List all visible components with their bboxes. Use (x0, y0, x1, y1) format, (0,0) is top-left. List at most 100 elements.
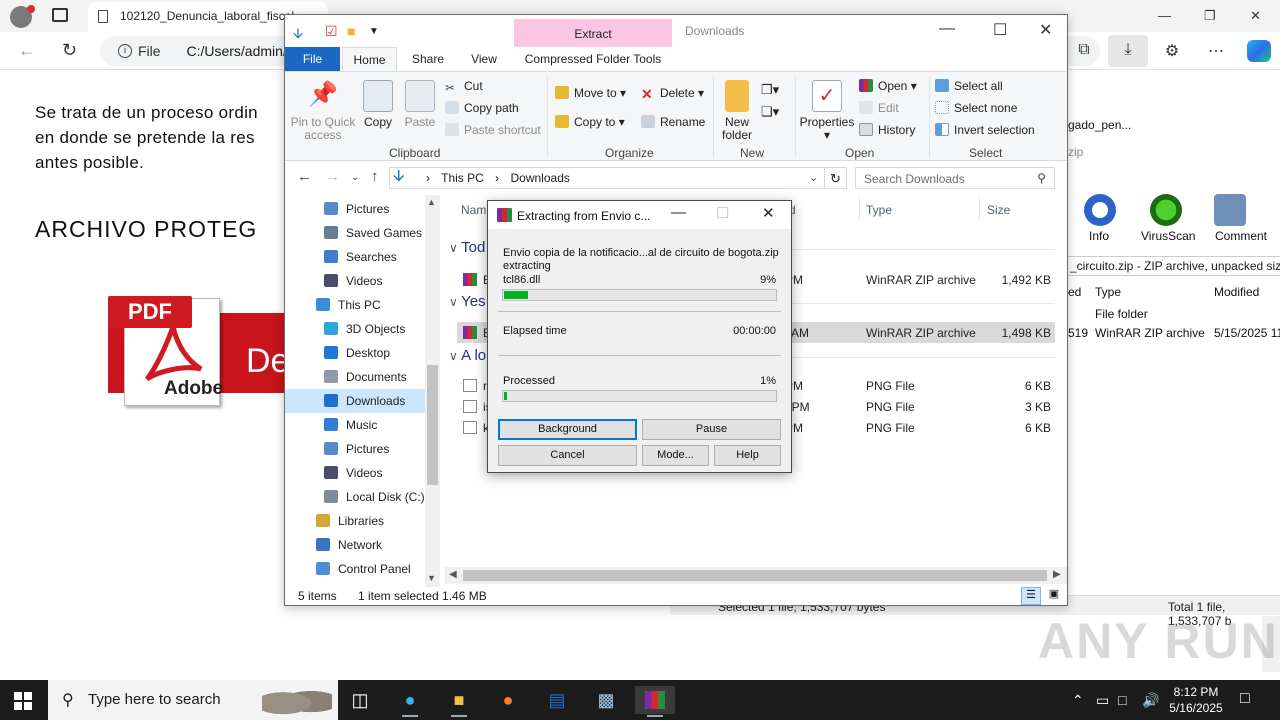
select-all-button[interactable]: Select all (935, 79, 1003, 93)
maximize-icon[interactable]: ☐ (993, 20, 1007, 40)
browser-essentials-icon[interactable]: ⚙ (1162, 41, 1182, 61)
qat-dropdown-icon[interactable]: ▼ (369, 26, 379, 37)
cut-button[interactable]: ✂ Cut (445, 79, 483, 95)
copy-button[interactable]: Copy (361, 80, 395, 129)
address-dropdown-icon[interactable]: ⌄ (809, 171, 818, 184)
help-button[interactable]: Help (714, 445, 781, 466)
network-icon[interactable]: □ (1118, 692, 1126, 708)
rename-button[interactable]: Rename (641, 115, 705, 129)
properties-button[interactable]: ✓ Properties ▾ (797, 80, 857, 142)
breadcrumb[interactable]: › This PC › Downloads (389, 167, 825, 189)
breadcrumb-downloads[interactable]: Downloads (511, 171, 570, 185)
search-input[interactable]: Search Downloads ⚲ (855, 167, 1055, 189)
horizontal-scrollbar[interactable]: ◀ ▶ (445, 567, 1067, 584)
scrollbar-thumb[interactable] (427, 365, 438, 485)
up-arrow-icon[interactable]: ↑ (371, 168, 379, 185)
windows-start-icon[interactable] (14, 692, 32, 710)
invert-selection-button[interactable]: Invert selection (935, 123, 1035, 137)
column-header-type[interactable]: Type (866, 203, 892, 217)
column-header-type[interactable]: Type (1095, 285, 1121, 299)
open-button[interactable]: Open ▾ (859, 79, 917, 93)
extensions-icon[interactable]: ⧉ (1074, 41, 1094, 61)
edge-icon[interactable]: ● (390, 686, 430, 717)
extract-context-tab[interactable]: Extract (514, 19, 672, 47)
select-none-button[interactable]: Select none (935, 101, 1017, 115)
tab-compressed-folder-tools[interactable]: Compressed Folder Tools (514, 47, 672, 71)
nav-item[interactable]: Videos (285, 461, 425, 485)
file-explorer-icon[interactable]: ■ (439, 686, 479, 717)
back-arrow-icon[interactable]: ← (18, 40, 36, 61)
column-header-modified[interactable]: Modified (1214, 285, 1259, 299)
mode-button[interactable]: Mode... (642, 445, 709, 466)
background-button[interactable]: Background (498, 419, 637, 440)
notifications-icon[interactable]: □ (1240, 690, 1250, 708)
column-header-size[interactable]: Size (987, 203, 1010, 217)
nav-item[interactable]: Control Panel (285, 557, 425, 581)
nav-item[interactable]: Local Disk (C:) (285, 485, 425, 509)
downloads-icon[interactable]: ⤓ (1118, 41, 1138, 61)
copilot-icon[interactable] (1247, 40, 1271, 62)
tray-chevron-icon[interactable]: ⌃ (1072, 692, 1084, 709)
info-icon[interactable]: i (118, 44, 132, 58)
nav-item[interactable]: Music (285, 413, 425, 437)
nav-item[interactable]: Pictures (285, 197, 425, 221)
firefox-icon[interactable]: ● (488, 686, 528, 714)
minimize-icon[interactable]: — (939, 20, 955, 38)
nav-item[interactable]: Network (285, 533, 425, 557)
history-button[interactable]: History (859, 123, 915, 137)
outlook-icon[interactable]: ▤ (537, 686, 577, 714)
search-highlight-image[interactable] (262, 684, 332, 716)
reload-icon[interactable]: ↻ (62, 40, 77, 61)
pause-button[interactable]: Pause (642, 419, 781, 440)
winrar-taskbar-icon[interactable] (635, 686, 675, 717)
breadcrumb-this-pc[interactable]: This PC (441, 171, 484, 185)
close-icon[interactable]: ✕ (1250, 8, 1261, 24)
tab-view[interactable]: View (463, 47, 505, 71)
security-icon[interactable]: ▭ (1096, 692, 1109, 709)
scroll-right-icon[interactable]: ▶ (1053, 569, 1061, 580)
move-to-button[interactable]: Move to ▾ (555, 86, 626, 100)
minimize-icon[interactable]: — (1158, 8, 1171, 23)
restore-icon[interactable]: ❐ (1204, 8, 1216, 24)
scrollbar-thumb[interactable] (463, 570, 1047, 581)
nav-item[interactable]: Pictures (285, 437, 425, 461)
group-header[interactable]: ∨ Yes (449, 293, 486, 310)
nav-item[interactable]: Libraries (285, 509, 425, 533)
back-arrow-icon[interactable]: ← (297, 168, 312, 185)
tab-actions-icon[interactable] (52, 8, 68, 22)
delete-button[interactable]: ✕ Delete ▾ (641, 86, 704, 102)
nav-item[interactable]: Searches (285, 245, 425, 269)
volume-icon[interactable]: 🔊 (1142, 692, 1159, 709)
easy-access-icon[interactable]: ❏▾ (761, 104, 779, 120)
paste-button[interactable]: Paste (403, 80, 437, 129)
nav-item[interactable]: Documents (285, 365, 425, 389)
tab-share[interactable]: Share (407, 47, 449, 71)
cancel-button[interactable]: Cancel (498, 445, 637, 466)
copy-path-button[interactable]: Copy path (445, 101, 519, 115)
new-folder-qat-icon[interactable]: ■ (347, 23, 355, 39)
recent-locations-icon[interactable]: ⌄ (351, 172, 359, 183)
column-header[interactable]: ed (1068, 285, 1081, 299)
group-header[interactable]: ∨ Tod (449, 239, 485, 256)
nav-item[interactable]: Videos (285, 269, 425, 293)
forward-arrow-icon[interactable]: → (325, 168, 340, 185)
nav-item[interactable]: Downloads (285, 389, 425, 413)
virus-scan-icon[interactable] (1150, 194, 1182, 226)
pin-quick-access-button[interactable]: 📌 Pin to Quick access (289, 80, 357, 142)
tab-file[interactable]: File (285, 47, 340, 71)
refresh-button[interactable]: ↻ (825, 167, 847, 189)
task-view-icon[interactable]: ◫ (340, 686, 380, 714)
comment-icon[interactable] (1214, 194, 1246, 226)
close-icon[interactable]: ✕ (762, 204, 775, 222)
nav-item[interactable]: Saved Games (285, 221, 425, 245)
large-icons-view-icon[interactable]: ▣ (1045, 587, 1063, 605)
more-options-icon[interactable]: ⋯ (1206, 41, 1226, 61)
copy-to-button[interactable]: Copy to ▾ (555, 115, 625, 129)
minimize-icon[interactable]: — (671, 204, 686, 221)
column-header-name[interactable]: Nam (461, 203, 486, 217)
scroll-down-icon[interactable]: ▼ (427, 573, 436, 583)
info-icon[interactable] (1084, 194, 1116, 226)
nav-item[interactable]: Desktop (285, 341, 425, 365)
tab-home[interactable]: Home (342, 47, 397, 71)
nav-item[interactable]: This PC (285, 293, 425, 317)
